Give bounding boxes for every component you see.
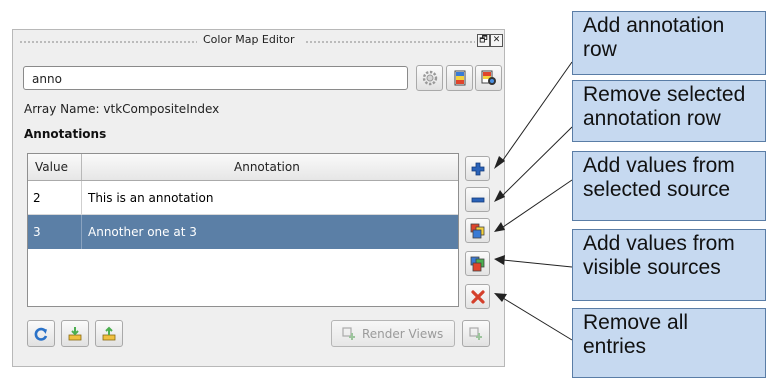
callout-remove-selected-row: Remove selected annotation row (572, 80, 766, 142)
arrowhead-remove-row (494, 190, 505, 202)
pointer-add-row (502, 61, 573, 161)
pointer-remove-row (502, 126, 573, 196)
callout-add-from-selected-source: Add values from selected source (572, 151, 766, 221)
arrowhead-selected-source (494, 222, 505, 232)
callout-add-annotation-row: Add annotation row (572, 11, 766, 75)
callout-remove-all-entries: Remove all entries (572, 308, 766, 378)
pointer-selected-source (502, 179, 573, 228)
pointer-visible-sources (502, 259, 573, 268)
callout-add-from-visible-sources: Add values from visible sources (572, 229, 766, 301)
arrowhead-add-row (494, 156, 505, 169)
pointer-remove-all (502, 297, 573, 341)
arrowhead-visible-sources (494, 255, 505, 265)
arrowhead-remove-all (494, 293, 507, 302)
